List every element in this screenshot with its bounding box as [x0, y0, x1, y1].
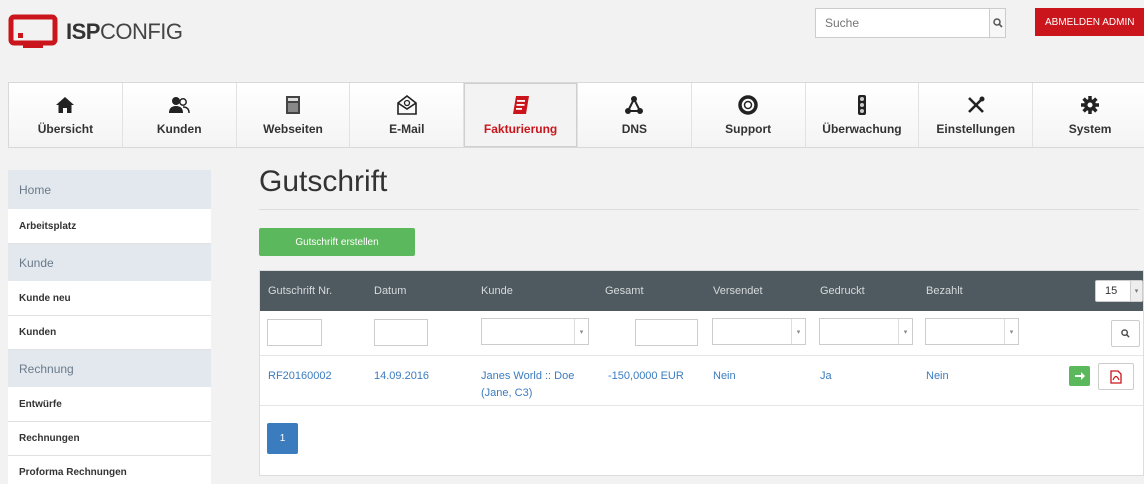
cell-datum[interactable]: 14.09.2016 [374, 368, 429, 385]
support-icon [738, 95, 758, 115]
sidebar: Home Arbeitsplatz Kunde Kunde neu Kunden… [8, 170, 211, 484]
gear-icon [1081, 96, 1100, 114]
filter-nr-input[interactable] [267, 319, 322, 346]
nav-item-dns[interactable]: DNS [577, 83, 692, 147]
cell-bezahlt[interactable]: Nein [926, 368, 949, 385]
nav-item-support[interactable]: Support [691, 83, 806, 147]
brand-name-rest: CONFIG [99, 19, 183, 44]
column-header-bezahlt[interactable]: Bezahlt [926, 285, 963, 297]
chevron-down-icon: ▾ [574, 319, 588, 344]
column-header-kunde[interactable]: Kunde [481, 285, 513, 297]
nav-label: Support [725, 122, 772, 136]
chevron-down-icon: ▾ [898, 319, 912, 344]
header: ISPCONFIG ABMELDEN ADMIN [0, 0, 1144, 80]
nav-item-einstellungen[interactable]: Einstellungen [919, 83, 1034, 147]
users-icon [169, 97, 190, 114]
filter-kunde-select[interactable]: ▾ [481, 318, 589, 345]
filter-bezahlt-select[interactable]: ▾ [925, 318, 1019, 345]
nav-label: E-Mail [389, 122, 425, 136]
nav-item-uebersicht[interactable]: Übersicht [9, 83, 123, 147]
create-credit-note-button[interactable]: Gutschrift erstellen [259, 228, 415, 256]
cell-gesamt[interactable]: -150,0000 EUR [608, 368, 684, 385]
logout-button[interactable]: ABMELDEN ADMIN [1035, 8, 1144, 36]
nav-label: Übersicht [37, 122, 94, 136]
filter-gesamt-input[interactable] [635, 319, 698, 346]
pagination-page-1[interactable]: 1 [267, 423, 298, 454]
open-button[interactable] [1069, 366, 1090, 386]
arrow-right-icon [1074, 372, 1085, 380]
sidebar-item-kunden[interactable]: Kunden [8, 316, 211, 350]
mail-icon [396, 95, 417, 115]
invoice-icon [512, 96, 529, 114]
monitor-logo-icon [8, 14, 58, 50]
nav-label: Einstellungen [936, 122, 1016, 136]
column-header-gedruckt[interactable]: Gedruckt [820, 285, 865, 297]
table-row[interactable]: RF20160002 14.09.2016 Janes World :: Doe… [260, 356, 1143, 406]
pdf-button[interactable] [1098, 363, 1134, 390]
nav-item-ueberwachung[interactable]: Überwachung [805, 83, 920, 147]
brand-name-bold: ISP [66, 19, 100, 44]
tools-icon [967, 96, 985, 113]
nav-label: Webseiten [263, 122, 323, 136]
sidebar-section-home: Home [8, 170, 211, 210]
nav-item-kunden[interactable]: Kunden [122, 83, 237, 147]
dns-icon [625, 96, 644, 114]
webpage-icon [285, 96, 300, 114]
search-icon [992, 18, 1003, 28]
search-input[interactable] [816, 9, 989, 37]
filter-versendet-select[interactable]: ▾ [712, 318, 806, 345]
column-header-versendet[interactable]: Versendet [713, 285, 763, 297]
sidebar-item-proforma[interactable]: Proforma Rechnungen [8, 456, 211, 484]
logo[interactable]: ISPCONFIG [8, 14, 183, 50]
cell-gedruckt[interactable]: Ja [820, 368, 832, 385]
chevron-down-icon: ▾ [1004, 319, 1018, 344]
home-icon [56, 97, 75, 113]
filter-datum-input[interactable] [374, 319, 428, 346]
cell-kunde[interactable]: Janes World :: Doe(Jane, C3) [481, 368, 574, 402]
chevron-down-icon: ▾ [1130, 281, 1142, 301]
per-page-select[interactable]: 15 ▾ [1095, 280, 1143, 302]
main-nav: Übersicht Kunden Webseiten E-Mail Faktur… [8, 82, 1144, 148]
column-header-gesamt[interactable]: Gesamt [605, 285, 644, 297]
title-divider [259, 209, 1139, 210]
monitor-icon [857, 95, 866, 115]
filter-gedruckt-select[interactable]: ▾ [819, 318, 913, 345]
cell-nr[interactable]: RF20160002 [268, 368, 332, 385]
search-button[interactable] [989, 9, 1005, 37]
sidebar-item-kunde-neu[interactable]: Kunde neu [8, 282, 211, 316]
sidebar-item-rechnungen[interactable]: Rechnungen [8, 422, 211, 456]
sidebar-item-entwuerfe[interactable]: Entwürfe [8, 388, 211, 422]
table-header: Gutschrift Nr. Datum Kunde Gesamt Versen… [260, 271, 1143, 311]
sidebar-section-kunde: Kunde [8, 244, 211, 282]
credit-note-table: Gutschrift Nr. Datum Kunde Gesamt Versen… [259, 270, 1144, 476]
sidebar-item-arbeitsplatz[interactable]: Arbeitsplatz [8, 210, 211, 244]
nav-item-fakturierung[interactable]: Fakturierung [464, 83, 578, 147]
nav-item-email[interactable]: E-Mail [350, 83, 465, 147]
search-box [815, 8, 1006, 38]
column-header-nr[interactable]: Gutschrift Nr. [268, 285, 332, 297]
nav-label: System [1068, 122, 1112, 136]
chevron-down-icon: ▾ [791, 319, 805, 344]
pdf-icon [1110, 369, 1122, 384]
page-title: Gutschrift [259, 165, 388, 198]
sidebar-section-rechnung: Rechnung [8, 350, 211, 388]
cell-kunde-line2: (Jane, C3) [481, 387, 533, 399]
column-header-datum[interactable]: Datum [374, 285, 406, 297]
cell-versendet[interactable]: Nein [713, 368, 736, 385]
nav-label: Fakturierung [483, 122, 558, 136]
per-page-value: 15 [1105, 285, 1118, 297]
cell-kunde-line1: Janes World :: Doe [481, 370, 575, 382]
nav-item-webseiten[interactable]: Webseiten [236, 83, 351, 147]
nav-label: DNS [621, 122, 648, 136]
filter-search-button[interactable] [1111, 320, 1140, 347]
filter-row: ▾ ▾ ▾ ▾ [260, 311, 1143, 356]
brand-name: ISPCONFIG [66, 19, 183, 45]
nav-item-system[interactable]: System [1033, 83, 1144, 147]
search-icon [1121, 329, 1130, 338]
nav-label: Überwachung [822, 122, 902, 136]
nav-label: Kunden [156, 122, 202, 136]
